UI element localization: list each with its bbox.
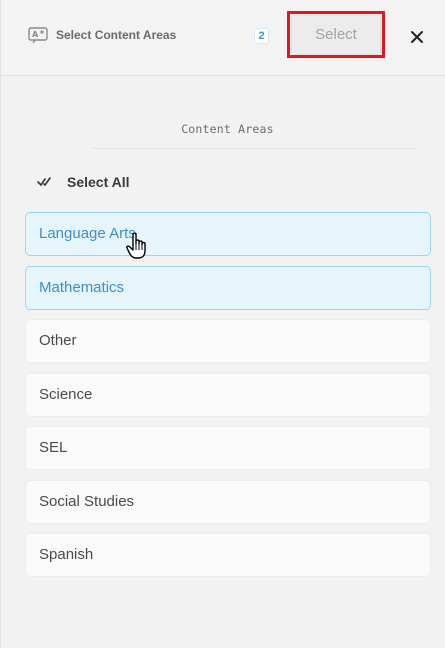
content-area-item[interactable]: Science xyxy=(25,372,431,417)
content-area-panel: A Select Content Areas 2 Select Content … xyxy=(0,0,445,648)
content-area-item[interactable]: Spanish xyxy=(25,533,431,577)
selected-count-badge: 2 xyxy=(254,28,269,44)
content-area-list: Language Arts Mathematics Other Science SEL S… xyxy=(25,212,431,587)
content-area-item[interactable]: Mathematics xyxy=(25,265,431,310)
content-area-label: Spanish xyxy=(39,546,94,563)
content-area-label: Social Studies xyxy=(39,492,135,510)
panel-header: A Select Content Areas 2 Select xyxy=(1,0,445,76)
content-area-label: Language Arts xyxy=(39,225,136,242)
close-icon[interactable] xyxy=(405,25,429,49)
content-area-item[interactable]: SEL xyxy=(25,426,431,470)
content-area-label: Science xyxy=(39,385,93,403)
svg-text:A: A xyxy=(32,30,39,39)
select-all-toggle[interactable]: Select All xyxy=(37,170,177,194)
section-divider xyxy=(91,148,416,149)
select-all-label: Select All xyxy=(67,174,130,190)
content-area-label: Mathematics xyxy=(39,278,125,296)
content-area-item[interactable]: Language Arts xyxy=(25,212,431,256)
content-area-item[interactable]: Other xyxy=(25,319,431,363)
highlight-annotation xyxy=(287,11,385,58)
double-check-icon xyxy=(37,177,51,187)
section-title: Content Areas xyxy=(181,122,274,136)
panel-title: Select Content Areas xyxy=(56,28,177,42)
content-areas-icon: A xyxy=(28,27,48,43)
content-area-label: Other xyxy=(39,332,77,349)
content-area-item[interactable]: Social Studies xyxy=(25,479,431,524)
content-area-label: SEL xyxy=(39,439,68,456)
hand-pointer-icon xyxy=(126,232,146,259)
